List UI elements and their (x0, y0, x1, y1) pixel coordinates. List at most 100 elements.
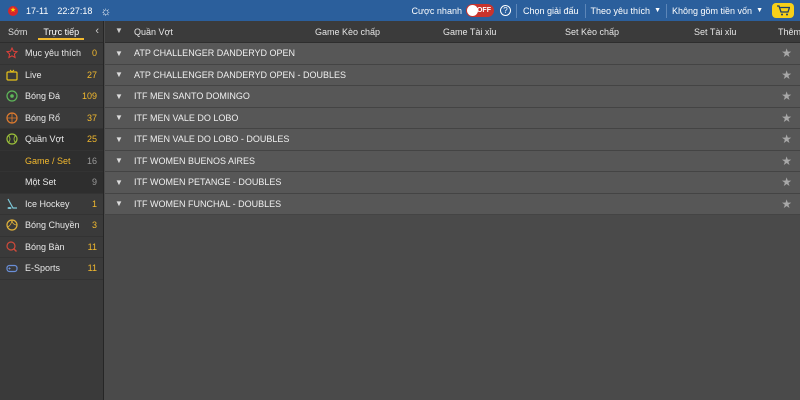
chevron-down-icon[interactable]: ▼ (115, 199, 123, 208)
league-name: ITF MEN VALE DO LOBO - DOUBLES (134, 134, 290, 145)
sidebar-subitem-count: 16 (86, 155, 97, 166)
quick-bet-toggle[interactable]: OFF (465, 4, 494, 17)
gamepad-icon (6, 262, 18, 274)
quick-bet-label: Cược nhanh (411, 5, 462, 16)
tv-icon (6, 69, 18, 81)
toggle-state-label: OFF (476, 7, 491, 14)
league-row[interactable]: ▼ ATP CHALLENGER DANDERYD OPEN - DOUBLES… (105, 64, 800, 86)
favorite-star-icon[interactable]: ★ (781, 176, 792, 188)
caret-down-icon: ▼ (756, 7, 763, 14)
tab-live[interactable]: Trực tiếp (35, 21, 87, 43)
sidebar-item-tennis[interactable]: Quần Vợt 25 (0, 129, 103, 151)
collapse-sidebar-icon[interactable]: ‹ (95, 25, 99, 37)
sidebar-subitem-label: Game / Set (25, 155, 71, 166)
cart-icon[interactable] (772, 3, 794, 18)
sidebar-item-basketball[interactable]: Bóng Rổ 37 (0, 108, 103, 129)
sidebar-item-count: 11 (87, 263, 97, 274)
sidebar-item-count: 37 (86, 112, 97, 123)
favorite-star-icon[interactable]: ★ (781, 133, 792, 145)
league-name: ITF MEN SANTO DOMINGO (134, 91, 250, 102)
sidebar-item-live[interactable]: Live 27 (0, 65, 103, 86)
header-game-total: Game Tài xỉu (443, 27, 497, 37)
help-icon[interactable]: ? (499, 5, 511, 16)
league-row[interactable]: ▼ ATP CHALLENGER DANDERYD OPEN ★ (105, 43, 800, 65)
sidebar-item-label: Live (25, 69, 42, 80)
favorite-star-icon[interactable]: ★ (781, 47, 792, 59)
sidebar-item-esports[interactable]: E-Sports 11 (0, 258, 103, 280)
favorite-star-icon[interactable]: ★ (781, 90, 792, 102)
sidebar-item-label: Bóng Bàn (25, 241, 65, 252)
odds-filter-label: Không gồm tiền vốn (672, 5, 753, 16)
league-row[interactable]: ▼ ITF WOMEN FUNCHAL - DOUBLES ★ (105, 193, 800, 215)
volleyball-icon (6, 219, 18, 231)
league-name: ATP CHALLENGER DANDERYD OPEN - DOUBLES (134, 69, 347, 80)
header-sport: Quần Vợt (134, 27, 173, 37)
table-tennis-icon (6, 241, 18, 253)
league-name: ITF WOMEN BUENOS AIRES (134, 155, 256, 166)
sidebar-item-label: E-Sports (25, 263, 61, 274)
chevron-down-icon[interactable]: ▼ (115, 135, 123, 144)
sidebar-subitem-game-set[interactable]: Game / Set 16 (0, 150, 103, 172)
sidebar-item-label: Quần Vợt (25, 134, 64, 145)
sidebar-subitem-one-set[interactable]: Một Set 9 (0, 172, 103, 194)
header-more: Thêm (778, 27, 800, 37)
sidebar-item-count: 3 (91, 220, 97, 231)
header-set-handicap: Set Kèo chấp (565, 27, 620, 37)
favorite-star-icon[interactable]: ★ (781, 198, 792, 210)
sidebar-item-label: Ice Hockey (25, 198, 70, 209)
sidebar-item-soccer[interactable]: Bóng Đá 109 (0, 86, 103, 108)
favorite-star-icon[interactable]: ★ (781, 112, 792, 124)
sports-sidebar: Sớm Trực tiếp ‹ Mục yêu thích 0 Live 27 … (0, 21, 104, 400)
chevron-down-icon[interactable]: ▼ (115, 70, 123, 79)
chevron-down-icon[interactable]: ▼ (115, 156, 123, 165)
chevron-down-icon[interactable]: ▼ (115, 49, 123, 58)
vietnam-flag-icon: ★ (8, 5, 18, 16)
chevron-down-icon[interactable]: ▼ (115, 113, 123, 122)
sidebar-item-ice-hockey[interactable]: Ice Hockey 1 (0, 194, 103, 215)
tab-early[interactable]: Sớm (0, 21, 35, 43)
sidebar-item-count: 0 (91, 48, 97, 59)
soccer-icon (6, 90, 18, 102)
league-name: ITF WOMEN FUNCHAL - DOUBLES (134, 198, 282, 209)
sidebar-tabs: Sớm Trực tiếp ‹ (0, 21, 103, 43)
sort-dropdown[interactable]: Theo yêu thích ▼ (586, 6, 666, 16)
league-row[interactable]: ▼ ITF WOMEN PETANGE - DOUBLES ★ (105, 172, 800, 194)
sidebar-item-count: 27 (86, 69, 97, 80)
favorite-star-icon[interactable]: ★ (781, 69, 792, 81)
sidebar-subitem-count: 9 (91, 177, 97, 188)
odds-filter-dropdown[interactable]: Không gồm tiền vốn ▼ (667, 6, 768, 16)
chevron-down-icon[interactable]: ▼ (115, 178, 123, 187)
sidebar-item-label: Mục yêu thích (25, 48, 82, 59)
sidebar-item-label: Bóng Đá (25, 91, 61, 102)
sort-dropdown-label: Theo yêu thích (590, 5, 651, 16)
collapse-all-chevron-icon[interactable]: ▼ (115, 26, 123, 35)
chevron-down-icon[interactable]: ▼ (115, 92, 123, 101)
date-display: 17-11 (26, 5, 49, 16)
sidebar-item-favorites[interactable]: Mục yêu thích 0 (0, 43, 103, 65)
sidebar-item-table-tennis[interactable]: Bóng Bàn 11 (0, 237, 103, 258)
sidebar-item-count: 1 (91, 198, 97, 209)
top-bar: ★ 17-11 22:27:18 ☼ Cược nhanh OFF ? Chọn… (0, 0, 800, 21)
theme-toggle-sun-icon[interactable]: ☼ (100, 5, 111, 17)
clock-display: 22:27:18 (57, 5, 93, 16)
odds-table: ▼ Quần Vợt Game Kèo chấp Game Tài xỉu Se… (105, 21, 800, 400)
sidebar-item-volleyball[interactable]: Bóng Chuyền 3 (0, 215, 103, 237)
toggle-knob (466, 5, 478, 16)
sidebar-item-label: Bóng Rổ (25, 112, 61, 123)
league-name: ATP CHALLENGER DANDERYD OPEN (134, 48, 296, 59)
sidebar-item-count: 25 (86, 134, 97, 145)
sidebar-item-label: Bóng Chuyền (25, 220, 80, 231)
league-row[interactable]: ▼ ITF MEN SANTO DOMINGO ★ (105, 86, 800, 108)
sidebar-item-count: 11 (87, 241, 97, 252)
top-bar-controls: Cược nhanh OFF ? Chọn giải đấu Theo yêu … (412, 0, 800, 21)
sidebar-item-count: 109 (81, 91, 97, 102)
table-header: ▼ Quần Vợt Game Kèo chấp Game Tài xỉu Se… (105, 21, 800, 43)
basketball-icon (6, 112, 18, 124)
league-row[interactable]: ▼ ITF MEN VALE DO LOBO ★ (105, 107, 800, 129)
favorite-star-icon[interactable]: ★ (781, 155, 792, 167)
choose-league-button[interactable]: Chọn giải đấu (517, 6, 585, 16)
league-row[interactable]: ▼ ITF MEN VALE DO LOBO - DOUBLES ★ (105, 129, 800, 151)
header-set-total: Set Tài xỉu (694, 27, 737, 37)
league-row[interactable]: ▼ ITF WOMEN BUENOS AIRES ★ (105, 150, 800, 172)
header-game-handicap: Game Kèo chấp (315, 27, 381, 37)
